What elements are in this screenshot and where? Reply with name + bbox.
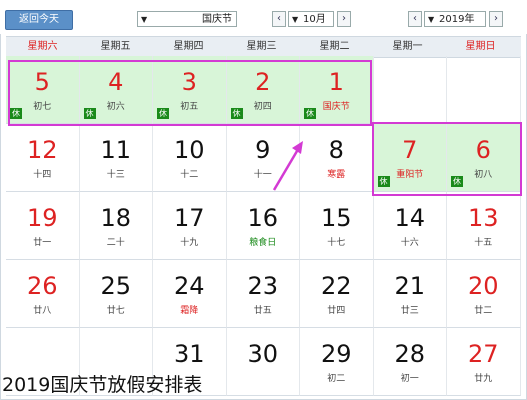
day-number: 20 [467,272,499,300]
lunar-date-label: 十三 [106,170,125,180]
day-number: 31 [173,340,205,368]
lunar-date-label: 初一 [400,374,419,384]
day-number: 23 [247,272,279,300]
day-number: 8 [328,136,344,164]
day-number: 11 [100,136,132,164]
lunar-date-label: 十五 [474,238,493,248]
day-number: 16 [247,204,279,232]
next-year-button[interactable]: › [489,11,503,27]
lunar-date-label: 廿五 [253,306,272,316]
year-select-value: 2019年 [439,14,475,25]
lunar-date-label: 廿九 [474,374,493,384]
month-select[interactable]: ▼ 10月 [288,11,334,27]
weekday-mon: 星期一 [392,41,423,52]
day-number: 15 [320,204,352,232]
holiday-select-value: 国庆节 [202,14,232,25]
day-number: 19 [26,204,58,232]
day-cell [447,56,521,124]
day-cell[interactable]: 14 十六 [373,192,447,260]
weekday-header: 星期六 星期五 星期四 星期三 星期二 星期一 星期日 [6,36,521,58]
day-cell[interactable]: 22 廿四 [300,260,374,328]
day-cell[interactable]: 30 [226,328,300,396]
day-cell[interactable]: 17 十九 [153,192,227,260]
lunar-date-label: 廿七 [106,306,125,316]
lunar-date-label: 廿八 [33,306,52,316]
holiday-highlight-week2 [372,122,522,196]
dropdown-arrow-icon: ▼ [292,15,299,24]
weekday-wed: 星期三 [246,41,277,52]
lunar-date-label: 廿一 [33,238,52,248]
lunar-date-label: 初二 [327,374,346,384]
lunar-date-label: 十二 [180,170,199,180]
day-number: 24 [173,272,205,300]
lunar-date-label: 粮食日 [249,238,277,248]
day-number: 25 [100,272,132,300]
day-cell [373,56,447,124]
day-cell[interactable]: 25 廿七 [79,260,153,328]
day-number: 17 [173,204,205,232]
day-number: 18 [100,204,132,232]
lunar-date-label: 二十 [106,238,125,248]
lunar-date-label: 十九 [180,238,199,248]
day-number: 29 [320,340,352,368]
next-month-button[interactable]: › [337,11,351,27]
prev-month-button[interactable]: ‹ [272,11,286,27]
prev-year-button[interactable]: ‹ [408,11,422,27]
day-cell[interactable]: 12 十四 [6,124,80,192]
lunar-date-label: 廿二 [474,306,493,316]
day-cell[interactable]: 18 二十 [79,192,153,260]
back-to-today-button[interactable]: 返回今天 [5,10,73,30]
day-cell[interactable]: 21 廿三 [373,260,447,328]
day-cell[interactable]: 24 霜降 [153,260,227,328]
lunar-date-label: 廿四 [327,306,346,316]
dropdown-arrow-icon: ▼ [141,15,148,24]
day-cell[interactable]: 16 粮食日 [226,192,300,260]
lunar-date-label: 十七 [327,238,346,248]
day-cell[interactable]: 27 廿九 [447,328,521,396]
weekday-fri: 星期五 [100,41,131,52]
day-cell[interactable]: 19 廿一 [6,192,80,260]
dropdown-arrow-icon: ▼ [428,15,435,24]
holiday-select[interactable]: ▼ 国庆节 [137,11,237,27]
day-number: 12 [26,136,58,164]
day-number: 22 [320,272,352,300]
day-cell[interactable]: 8 寒露 [300,124,374,192]
lunar-date-label: 十四 [33,170,52,180]
day-number: 27 [467,340,499,368]
day-number: 10 [173,136,205,164]
day-number: 13 [467,204,499,232]
holiday-highlight-week1 [8,60,372,126]
day-number: 21 [394,272,426,300]
day-cell[interactable]: 11 十三 [79,124,153,192]
calendar-toolbar: 返回今天 ▼ 国庆节 ‹ ▼ 10月 › ‹ ▼ 2019年 › [0,0,527,34]
day-number: 28 [394,340,426,368]
day-cell[interactable]: 26 廿八 [6,260,80,328]
weekday-sun: 星期日 [465,41,496,52]
year-select[interactable]: ▼ 2019年 [424,11,486,27]
weekday-sat: 星期六 [27,41,58,52]
lunar-date-label: 十六 [400,238,419,248]
lunar-date-label: 寒露 [327,170,346,180]
weekday-tue: 星期二 [319,41,350,52]
day-number: 14 [394,204,426,232]
day-cell[interactable]: 10 十二 [153,124,227,192]
weekday-thu: 星期四 [173,41,204,52]
day-number: 26 [26,272,58,300]
day-cell[interactable]: 15 十七 [300,192,374,260]
day-cell[interactable]: 28 初一 [373,328,447,396]
page-caption: 2019国庆节放假安排表 [2,374,203,396]
pointer-arrow-icon [272,141,303,191]
lunar-date-label: 廿三 [400,306,419,316]
day-number: 30 [247,340,279,368]
day-cell[interactable]: 13 十五 [447,192,521,260]
day-cell[interactable]: 20 廿二 [447,260,521,328]
month-select-value: 10月 [303,14,326,25]
lunar-date-label: 霜降 [180,306,199,316]
day-cell[interactable]: 29 初二 [300,328,374,396]
day-cell[interactable]: 23 廿五 [226,260,300,328]
